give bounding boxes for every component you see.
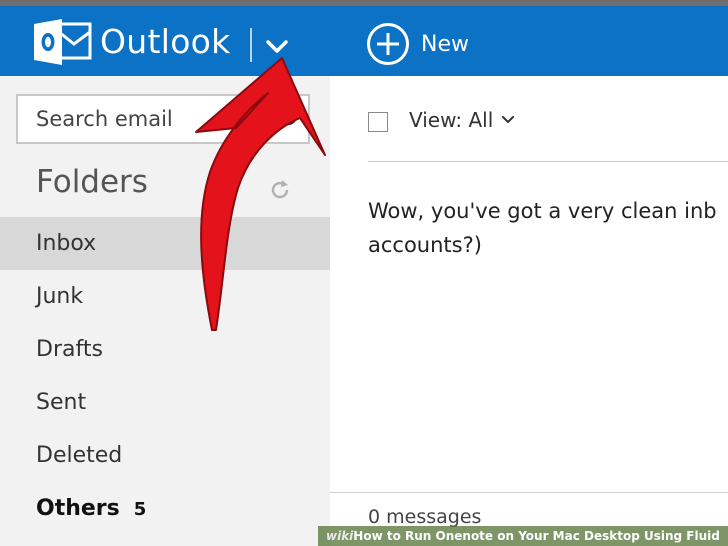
folder-item-junk[interactable]: Junk — [0, 270, 330, 323]
watermark-banner: wikiHow to Run Onenote on Your Mac Deskt… — [318, 526, 728, 546]
app-title[interactable]: Outlook — [100, 20, 231, 64]
folder-item-inbox[interactable]: Inbox — [0, 217, 330, 270]
view-filter-label: View: All — [409, 108, 494, 132]
search-box — [16, 94, 310, 144]
folders-heading: Folders — [36, 164, 148, 200]
folder-list: Inbox Junk Drafts Sent Deleted Others 5 — [0, 217, 330, 535]
folder-label: Deleted — [36, 443, 123, 468]
folder-label: Others — [36, 496, 120, 521]
message-count: 0 messages — [368, 506, 482, 528]
folder-label: Sent — [36, 390, 87, 415]
folder-item-drafts[interactable]: Drafts — [0, 323, 330, 376]
empty-inbox-message: Wow, you've got a very clean inb account… — [368, 199, 717, 257]
folder-item-others[interactable]: Others 5 — [0, 482, 330, 535]
watermark-title: to Run Onenote on Your Mac Desktop Using… — [382, 529, 720, 543]
folder-label: Junk — [36, 284, 84, 309]
folder-label: Inbox — [36, 231, 97, 256]
folder-label: Drafts — [36, 337, 103, 362]
screenshot-stage: Outlook New Folders I — [0, 0, 728, 546]
chevron-down-icon[interactable] — [262, 30, 292, 62]
footer-divider — [330, 492, 728, 493]
list-header-divider — [368, 161, 728, 162]
message-list-pane: View: All Wow, you've got a very clean i… — [330, 76, 728, 546]
unread-count-badge: 5 — [133, 499, 147, 520]
watermark-brand: wiki — [326, 529, 354, 543]
search-input[interactable] — [18, 96, 268, 142]
folder-item-deleted[interactable]: Deleted — [0, 429, 330, 482]
search-icon[interactable] — [272, 105, 300, 133]
plus-circle-icon — [367, 23, 409, 65]
outlook-logo-icon[interactable] — [32, 18, 92, 66]
folder-pane: Folders Inbox Junk Drafts Sent Deleted O… — [0, 76, 330, 546]
select-all-checkbox[interactable] — [368, 112, 388, 132]
chevron-down-icon — [502, 116, 515, 123]
new-message-button[interactable]: New — [366, 20, 469, 68]
watermark-how: How — [353, 529, 383, 543]
top-header-bar: Outlook New — [0, 0, 728, 76]
refresh-icon[interactable] — [268, 178, 292, 202]
folder-item-sent[interactable]: Sent — [0, 376, 330, 429]
new-button-label: New — [421, 31, 469, 57]
header-divider — [250, 28, 252, 62]
view-filter-dropdown[interactable]: View: All — [409, 108, 515, 132]
